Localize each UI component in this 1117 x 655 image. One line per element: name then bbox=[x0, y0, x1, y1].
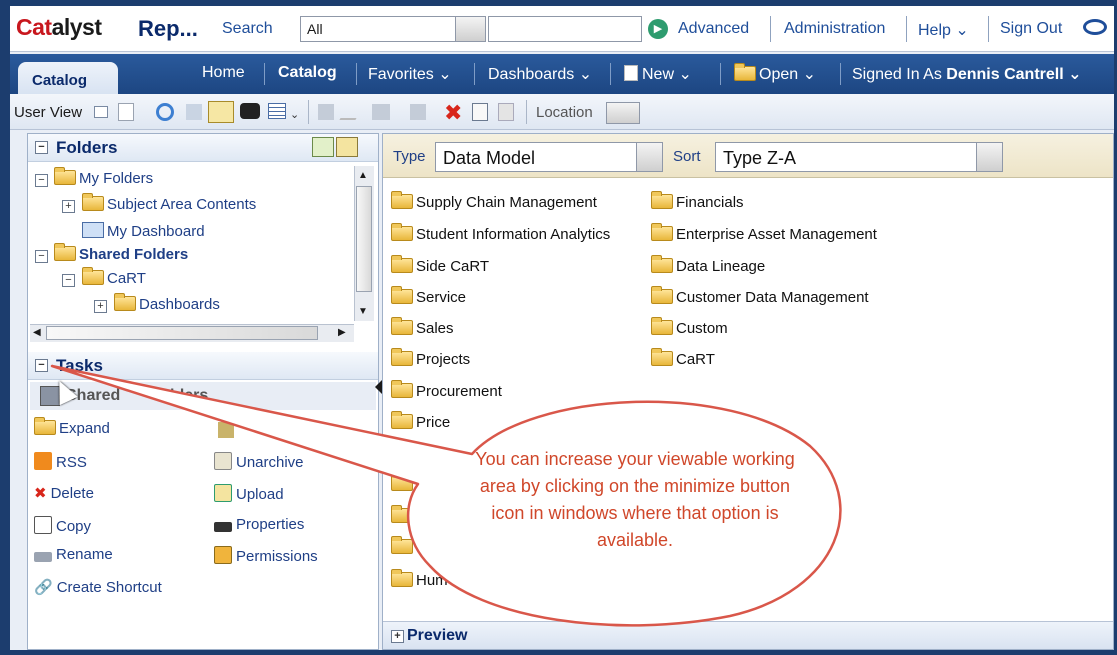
callout-text: You can increase your viewable working a… bbox=[475, 449, 795, 550]
app-window: Catalyst Rep... Search All ▶ Advanced Ad… bbox=[10, 6, 1114, 650]
